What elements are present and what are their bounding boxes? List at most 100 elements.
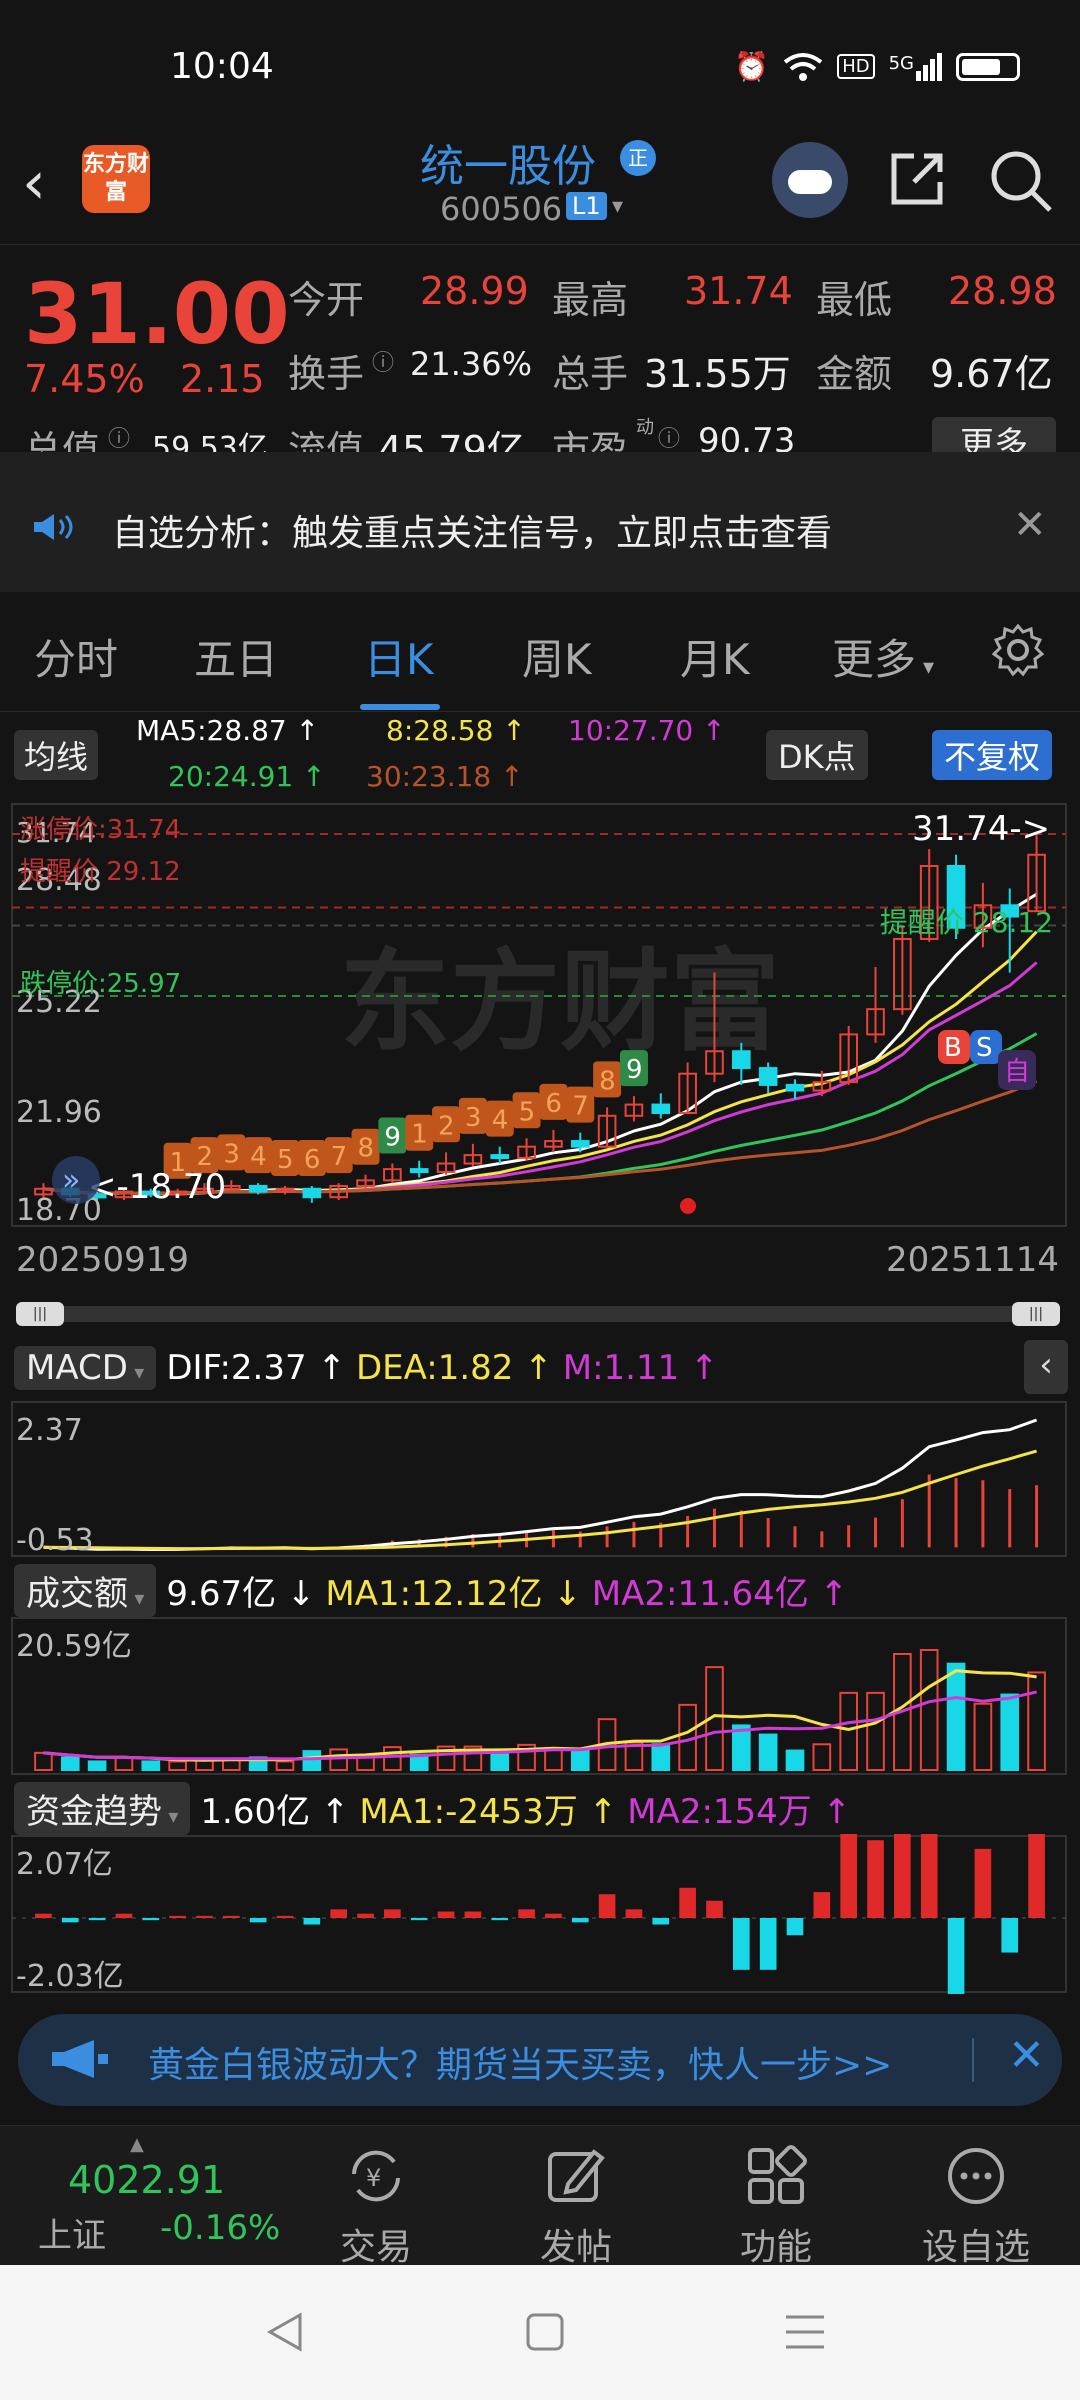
index-value[interactable]: 4022.91 xyxy=(68,2158,225,2202)
scroll-handle-right[interactable]: ||| xyxy=(1012,1302,1060,1326)
fund-bar xyxy=(706,1900,723,1918)
volume-bar xyxy=(141,1760,161,1772)
index-name[interactable]: 上证 xyxy=(38,2208,106,2257)
fund-bar xyxy=(115,1913,133,1918)
search-icon[interactable] xyxy=(988,148,1054,214)
close-icon[interactable]: ✕ xyxy=(1013,502,1047,548)
high-value: 31.74 xyxy=(684,269,793,313)
fund-bar xyxy=(840,1834,858,1918)
system-back-icon[interactable] xyxy=(262,2309,308,2355)
volume-bar xyxy=(1027,1671,1046,1771)
fund-bar xyxy=(786,1918,804,1936)
svg-text:¥: ¥ xyxy=(366,2164,381,2192)
close-icon[interactable]: ✕ xyxy=(1008,2030,1045,2081)
tab-indicator xyxy=(360,704,440,710)
volume-bar xyxy=(114,1756,134,1772)
ma30-value: 30:23.18 ↑ xyxy=(366,760,524,793)
nav-trade[interactable]: ¥ 交易 xyxy=(306,2144,446,2270)
fund-bar xyxy=(464,1911,482,1918)
fund-bar xyxy=(410,1918,428,1921)
volume-bar xyxy=(758,1733,778,1771)
fund-ma1: MA1:-2453万 ↑ xyxy=(359,1792,618,1832)
info-icon[interactable]: ⓘ xyxy=(372,345,394,377)
level-badge[interactable]: L1 xyxy=(566,192,607,220)
speaker-icon xyxy=(34,514,73,540)
tab-daily-k[interactable]: 日K xyxy=(364,626,434,687)
candlestick-chart[interactable]: 东方财富 1 2 3 4 5 6 7 8 9 1 2 3 4 5 6 78 9 31.74 28.48 25.2… xyxy=(0,800,1080,1230)
system-home-icon[interactable] xyxy=(522,2309,568,2355)
fund-bar xyxy=(222,1915,240,1918)
info-icon[interactable]: ⓘ xyxy=(658,421,680,453)
ad-banner[interactable]: 黄金白银波动大？期货当天买卖，快人一步>> ✕ xyxy=(18,2014,1062,2106)
expand-left-glyph: » xyxy=(62,1163,80,1198)
tab-monthly-k[interactable]: 月K xyxy=(680,626,750,687)
macd-dif: DIF:2.37 ↑ xyxy=(166,1348,346,1388)
fund-value: 1.60亿 ↑ xyxy=(200,1792,350,1832)
candle-body xyxy=(248,1184,268,1193)
status-bar: 10:04 ⏰ HD 5G xyxy=(0,0,1080,130)
collapse-panel-icon[interactable]: ‹ xyxy=(1024,1340,1068,1394)
chevron-up-icon[interactable]: ▲ xyxy=(130,2134,144,2155)
alarm-icon: ⏰ xyxy=(734,50,770,83)
nine-turn-label: 8 xyxy=(358,1134,375,1164)
fund-selector[interactable]: 资金趋势 ▾ xyxy=(14,1782,191,1835)
candle-body xyxy=(758,1067,778,1086)
fund-trend-chart[interactable]: 2.07亿 -2.03亿 xyxy=(0,1834,1080,1994)
tab-five-day[interactable]: 五日 xyxy=(194,626,278,687)
system-menu-icon[interactable] xyxy=(782,2311,828,2353)
ad-text[interactable]: 黄金白银波动大？期货当天买卖，快人一步>> xyxy=(148,2036,892,2088)
macd-selector[interactable]: MACD ▾ xyxy=(14,1346,157,1390)
chevron-down-icon[interactable]: ▾ xyxy=(612,194,623,219)
date-start: 20250919 xyxy=(16,1240,190,1280)
tab-more[interactable]: 更多 ▾ xyxy=(832,626,934,687)
fund-ma2: MA2:154万 ↑ xyxy=(627,1792,852,1832)
volume-bar xyxy=(919,1649,939,1771)
edit-icon xyxy=(548,2149,605,2202)
amount-value: 9.67亿 xyxy=(930,352,1053,396)
nine-turn-label: 5 xyxy=(277,1145,294,1175)
scroll-handle-left[interactable]: ||| xyxy=(16,1302,64,1326)
volume-bar xyxy=(973,1702,993,1771)
macd-m: M:1.11 ↑ xyxy=(562,1348,719,1388)
stock-code: 600506 xyxy=(440,190,563,228)
bottom-navigation: ▲ 4022.91 上证 -0.16% ¥ 交易 发帖 功能 设自选 xyxy=(0,2125,1080,2268)
volume-chart[interactable]: 20.59亿 xyxy=(0,1616,1080,1776)
tab-intraday[interactable]: 分时 xyxy=(34,626,118,687)
change-amount: 2.15 xyxy=(180,357,265,401)
fund-bar xyxy=(813,1892,831,1918)
info-icon[interactable]: ⓘ xyxy=(108,421,130,453)
candle-body xyxy=(651,1103,671,1114)
fund-bar xyxy=(330,1909,348,1918)
buy-signal-text: B xyxy=(944,1033,962,1063)
volume-selector[interactable]: 成交额 ▾ xyxy=(14,1564,157,1617)
chevron-down-icon: ▾ xyxy=(916,655,935,680)
nine-turn-label: 1 xyxy=(411,1120,428,1150)
gear-icon[interactable] xyxy=(990,622,1046,678)
macd-dea: DEA:1.82 ↑ xyxy=(355,1348,553,1388)
candle-body xyxy=(570,1140,590,1148)
adjust-button[interactable]: 不复权 xyxy=(932,730,1053,780)
ma5-value: MA5:28.87 ↑ xyxy=(136,714,320,747)
nav-functions[interactable]: 功能 xyxy=(706,2144,846,2270)
tab-weekly-k[interactable]: 周K xyxy=(522,626,592,687)
trade-icon: ¥ xyxy=(352,2150,400,2202)
ma8-value: 8:28.58 ↑ xyxy=(386,714,526,747)
volume-header: 成交额 ▾ 9.67亿 ↓ MA1:12.12亿 ↓ MA2:11.64亿 ↑ xyxy=(14,1564,848,1617)
notice-bar[interactable]: 自选分析：触发重点关注信号，立即点击查看 ✕ xyxy=(0,452,1080,592)
fund-bar xyxy=(732,1918,750,1970)
ai-assistant-icon[interactable] xyxy=(772,142,848,218)
notice-text[interactable]: 自选分析：触发重点关注信号，立即点击查看 xyxy=(112,504,832,556)
volume-bar xyxy=(490,1753,510,1771)
chart-scrollbar[interactable]: ||| ||| xyxy=(16,1302,1060,1326)
macd-chart[interactable]: 2.37 -0.53 xyxy=(0,1400,1080,1558)
nav-post[interactable]: 发帖 xyxy=(506,2144,646,2270)
ma-selector[interactable]: 均线 xyxy=(14,730,99,780)
dk-point-button[interactable]: DK点 xyxy=(766,730,868,780)
index-change[interactable]: -0.16% xyxy=(160,2208,280,2248)
back-icon[interactable]: ‹ xyxy=(22,148,46,218)
candle-body xyxy=(731,1050,751,1070)
volume-bar xyxy=(839,1691,859,1771)
stock-name[interactable]: 统一股份 xyxy=(420,130,596,194)
nav-add-watchlist[interactable]: 设自选 xyxy=(906,2144,1046,2270)
share-icon[interactable] xyxy=(884,146,950,212)
